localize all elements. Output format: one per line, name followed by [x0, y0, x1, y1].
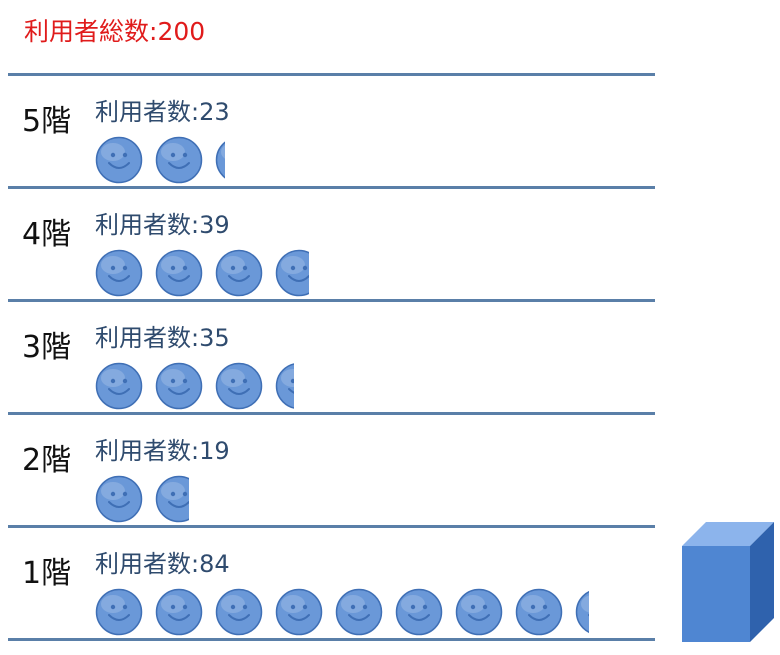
floor-divider	[8, 525, 655, 528]
floor-count-label: 利用者数	[95, 437, 191, 465]
smiley-face-icon	[275, 363, 295, 409]
floor-count-separator: :	[191, 211, 200, 239]
smiley-face-icon	[215, 249, 263, 297]
floor-count-4: 利用者数:39	[95, 205, 230, 240]
smiley-face-icon	[575, 590, 590, 634]
smiley-face-icon	[95, 136, 143, 184]
total-users-title: 利用者総数:200	[24, 12, 205, 48]
floor-count-separator: :	[191, 98, 200, 126]
smiley-face-icon	[215, 362, 263, 410]
smiley-face-icon	[155, 588, 203, 636]
floor-icons-2	[95, 475, 189, 523]
floor-label-2: 2階	[22, 443, 72, 478]
smiley-face-icon	[95, 362, 143, 410]
floor-divider-bottom	[8, 638, 655, 641]
floor-count-2: 利用者数:19	[95, 431, 230, 466]
floor-count-separator: :	[191, 437, 200, 465]
smiley-face-icon	[155, 136, 203, 184]
smiley-face-icon	[275, 249, 309, 297]
floor-icons-1	[95, 588, 590, 636]
smiley-face-icon	[215, 588, 263, 636]
floor-count-value: 35	[199, 324, 230, 352]
smiley-face-icon	[95, 249, 143, 297]
floor-count-label: 利用者数	[95, 98, 191, 126]
floor-label-5: 5階	[22, 104, 72, 139]
floor-divider	[8, 186, 655, 189]
floor-count-value: 23	[199, 98, 230, 126]
total-users-value: 200	[157, 17, 206, 46]
floor-count-separator: :	[191, 324, 200, 352]
smiley-face-icon	[515, 588, 563, 636]
smiley-face-icon	[95, 475, 143, 523]
smiley-face-icon	[395, 588, 443, 636]
smiley-face-icon	[95, 588, 143, 636]
floor-label-1: 1階	[22, 556, 72, 591]
floor-divider	[8, 299, 655, 302]
floor-label-4: 4階	[22, 217, 72, 252]
smiley-face-icon	[215, 141, 225, 179]
cube-icon	[682, 522, 774, 642]
smiley-face-icon	[335, 588, 383, 636]
total-users-label: 利用者総数	[24, 17, 150, 46]
floor-divider	[8, 412, 655, 415]
floor-count-value: 84	[199, 550, 230, 578]
smiley-face-icon	[455, 588, 503, 636]
floor-count-1: 利用者数:84	[95, 544, 230, 579]
floor-count-value: 39	[199, 211, 230, 239]
floor-count-value: 19	[199, 437, 230, 465]
smiley-face-icon	[155, 475, 189, 523]
floor-icons-3	[95, 362, 295, 410]
floor-divider-top	[8, 73, 655, 76]
smiley-face-icon	[155, 362, 203, 410]
smiley-face-icon	[275, 588, 323, 636]
floor-count-3: 利用者数:35	[95, 318, 230, 353]
floor-count-label: 利用者数	[95, 211, 191, 239]
smiley-face-icon	[155, 249, 203, 297]
floor-count-label: 利用者数	[95, 324, 191, 352]
floor-icons-5	[95, 136, 225, 184]
floor-count-5: 利用者数:23	[95, 92, 230, 127]
floor-count-separator: :	[191, 550, 200, 578]
floor-label-3: 3階	[22, 330, 72, 365]
floor-count-label: 利用者数	[95, 550, 191, 578]
floor-icons-4	[95, 249, 309, 297]
